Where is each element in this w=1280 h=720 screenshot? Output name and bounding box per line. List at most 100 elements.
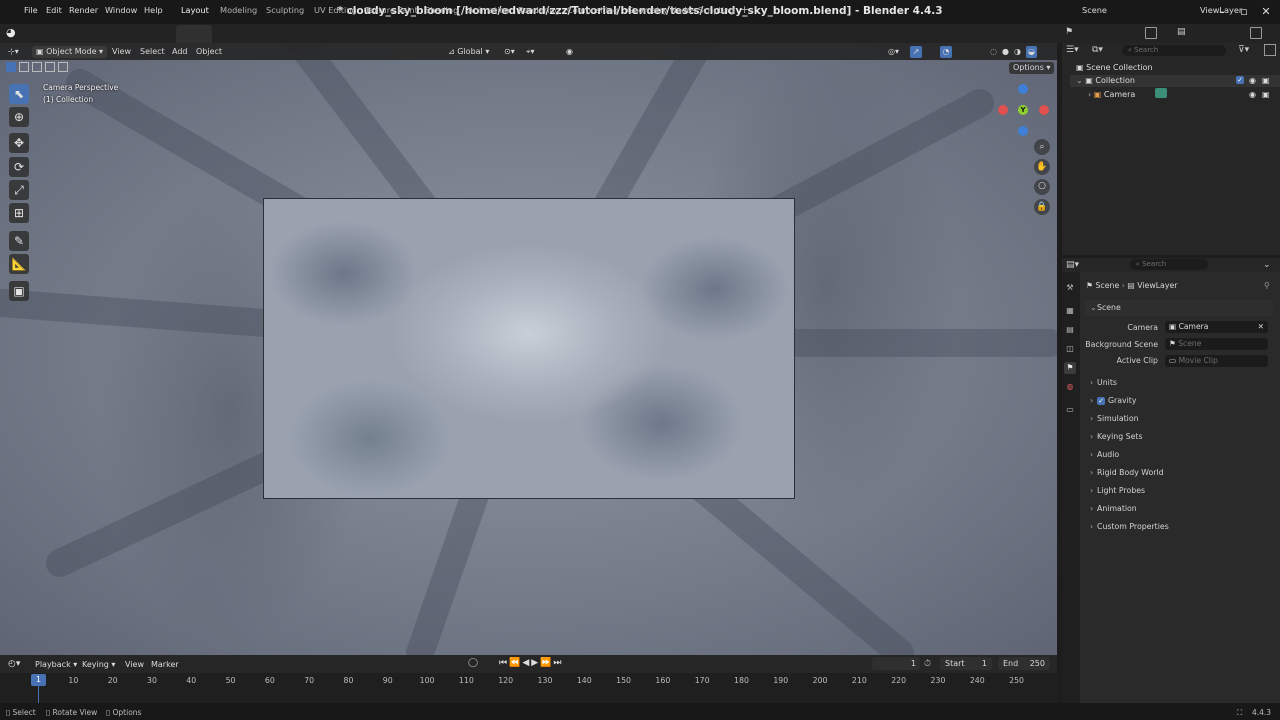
measure-tool-icon[interactable]: 📐 <box>9 254 29 274</box>
scene-panel-header[interactable]: ⌄ Scene <box>1085 300 1273 316</box>
viewlayer-selector[interactable]: ViewLayer <box>1200 5 1242 15</box>
panel-keying-sets[interactable]: › Keying Sets <box>1085 429 1273 445</box>
gravity-checkbox[interactable]: ✓ <box>1097 397 1105 405</box>
filter-icon[interactable]: ⊽▾ <box>1238 45 1249 55</box>
tab-compositing[interactable]: Compositing <box>567 5 618 15</box>
active-clip-field[interactable]: ▭ Movie Clip <box>1165 355 1268 367</box>
shading-solid-icon[interactable]: ● <box>1002 46 1009 58</box>
camera-render-icon[interactable]: ▣ <box>1262 90 1270 99</box>
timeline-view-menu[interactable]: View <box>125 660 144 669</box>
lock-icon[interactable]: 🔒 <box>1034 199 1050 215</box>
overlay-toggle-icon[interactable]: ◔ <box>940 46 952 58</box>
shading-material-icon[interactable]: ◑ <box>1014 46 1021 58</box>
collection-exclude-checkbox[interactable]: ✓ <box>1236 75 1244 84</box>
shading-wireframe-icon[interactable]: ◌ <box>990 46 997 58</box>
pin-icon[interactable]: ⚲ <box>1264 281 1270 290</box>
new-scene-icon[interactable] <box>1145 27 1157 39</box>
world-tab-icon[interactable]: ◍ <box>1064 381 1076 393</box>
transform-orientation[interactable]: ⊿ Global ▾ <box>448 46 489 58</box>
new-collection-icon[interactable] <box>1264 44 1276 56</box>
axis-y-icon[interactable]: Y <box>1018 105 1028 115</box>
tab-uv-editing[interactable]: UV Editing <box>314 5 357 15</box>
axis-z-neg-icon[interactable] <box>1018 126 1028 136</box>
add-workspace-button[interactable]: + <box>740 3 749 16</box>
zoom-icon[interactable]: ⌕ <box>1034 139 1050 155</box>
menu-help[interactable]: Help <box>144 5 163 15</box>
blender-logo-icon[interactable]: ◕ <box>6 27 18 39</box>
render-camera-icon[interactable]: ▣ <box>1262 76 1270 85</box>
next-keyframe-icon[interactable]: ⏩ <box>540 658 553 668</box>
viewport-menu-object[interactable]: Object <box>196 46 222 58</box>
end-frame-field[interactable]: End 250 <box>998 657 1050 670</box>
snap-icon[interactable]: ⌖▾ <box>526 46 535 58</box>
annotate-tool-icon[interactable]: ✎ <box>9 231 29 251</box>
collection-tab-icon[interactable]: ▭ <box>1064 404 1076 416</box>
tab-scripting[interactable]: Scripting <box>698 5 734 15</box>
viewlayer-icon[interactable]: ▤ <box>1177 27 1186 37</box>
clear-icon[interactable]: ✕ <box>1258 321 1264 333</box>
view-layer-tab-icon[interactable]: ◫ <box>1064 343 1076 355</box>
tool-tab-icon[interactable]: ⚒ <box>1064 282 1076 294</box>
editor-type-icon[interactable]: ⊹▾ <box>8 46 19 58</box>
viewport-menu-view[interactable]: View <box>112 46 131 58</box>
select-extend-icon[interactable] <box>19 62 29 72</box>
outliner-search-input[interactable]: Search <box>1134 46 1158 54</box>
jump-start-icon[interactable]: ⏮ <box>499 658 509 668</box>
play-icon[interactable]: ▶ <box>531 658 540 668</box>
cursor-tool-icon[interactable]: ⊕ <box>9 107 29 127</box>
play-reverse-icon[interactable]: ◀ <box>522 658 531 668</box>
panel-units[interactable]: › Units <box>1085 375 1273 391</box>
panel-simulation[interactable]: › Simulation <box>1085 411 1273 427</box>
tab-texture-paint[interactable]: Texture Paint <box>365 5 418 15</box>
eye-icon[interactable]: ◉ <box>1249 76 1256 85</box>
display-mode-icon[interactable]: ⧉▾ <box>1092 45 1103 55</box>
shading-rendered-icon[interactable]: ◒ <box>1026 46 1037 58</box>
outliner-editor-icon[interactable]: ☰▾ <box>1066 45 1079 55</box>
camera-view-icon[interactable]: ⎔ <box>1034 179 1050 195</box>
panel-gravity[interactable]: › ✓ Gravity <box>1085 393 1273 409</box>
pan-hand-icon[interactable]: ✋ <box>1034 159 1050 175</box>
options-button[interactable]: Options ▾ <box>1009 62 1055 74</box>
tab-geometry-nodes[interactable]: Geometry Nodes <box>627 5 696 15</box>
outliner-search[interactable]: ⌕ Search <box>1122 45 1226 56</box>
tab-layout[interactable]: Layout <box>181 5 209 15</box>
properties-options-icon[interactable]: ⌄ <box>1263 260 1271 270</box>
camera-eye-icon[interactable]: ◉ <box>1249 90 1256 99</box>
tab-modeling[interactable]: Modeling <box>220 5 257 15</box>
panel-light-probes[interactable]: › Light Probes <box>1085 483 1273 499</box>
visibility-icon[interactable]: ◎▾ <box>888 46 899 58</box>
properties-search[interactable]: ⌕ Search <box>1130 259 1208 270</box>
rotate-tool-icon[interactable]: ⟳ <box>9 157 29 177</box>
properties-search-input[interactable]: Search <box>1142 260 1166 268</box>
navigation-gizmo[interactable]: Y <box>998 84 1053 136</box>
menu-window[interactable]: Window <box>105 5 137 15</box>
new-viewlayer-icon[interactable] <box>1250 27 1262 39</box>
viewport-menu-select[interactable]: Select <box>140 46 165 58</box>
current-frame-indicator[interactable]: 1 <box>31 674 46 686</box>
panel-animation[interactable]: › Animation <box>1085 501 1273 517</box>
panel-audio[interactable]: › Audio <box>1085 447 1273 463</box>
properties-editor-icon[interactable]: ▤▾ <box>1066 260 1079 270</box>
chevron-down-icon[interactable]: ⌄ <box>1076 76 1085 85</box>
playback-menu[interactable]: Playback ▾ <box>35 660 77 669</box>
tab-rendering[interactable]: Rendering <box>518 5 560 15</box>
start-frame-field[interactable]: Start 1 <box>940 657 992 670</box>
select-invert-icon[interactable] <box>45 62 55 72</box>
tab-animation[interactable]: Animation <box>468 5 510 15</box>
outliner-scene-collection[interactable]: ▣ Scene Collection <box>1076 63 1153 72</box>
pivot-icon[interactable]: ⊙▾ <box>504 46 515 58</box>
close-button[interactable]: ✕ <box>1258 4 1274 20</box>
marker-menu[interactable]: Marker <box>151 660 179 669</box>
camera-data-icon[interactable] <box>1155 88 1167 98</box>
tab-shading[interactable]: Shading <box>425 5 458 15</box>
stopwatch-icon[interactable]: ⏱ <box>924 659 931 669</box>
transform-tool-icon[interactable]: ⊞ <box>9 203 29 223</box>
timeline-editor-icon[interactable]: ◴▾ <box>8 659 20 669</box>
select-subtract-icon[interactable] <box>32 62 42 72</box>
auto-keying-icon[interactable]: ◯ <box>468 658 478 668</box>
output-tab-icon[interactable]: ▤ <box>1064 324 1076 336</box>
move-tool-icon[interactable]: ✥ <box>9 133 29 153</box>
panel-custom-properties[interactable]: › Custom Properties <box>1085 519 1273 535</box>
jump-end-icon[interactable]: ⏭ <box>553 658 563 668</box>
add-cube-tool-icon[interactable]: ▣ <box>9 281 29 301</box>
